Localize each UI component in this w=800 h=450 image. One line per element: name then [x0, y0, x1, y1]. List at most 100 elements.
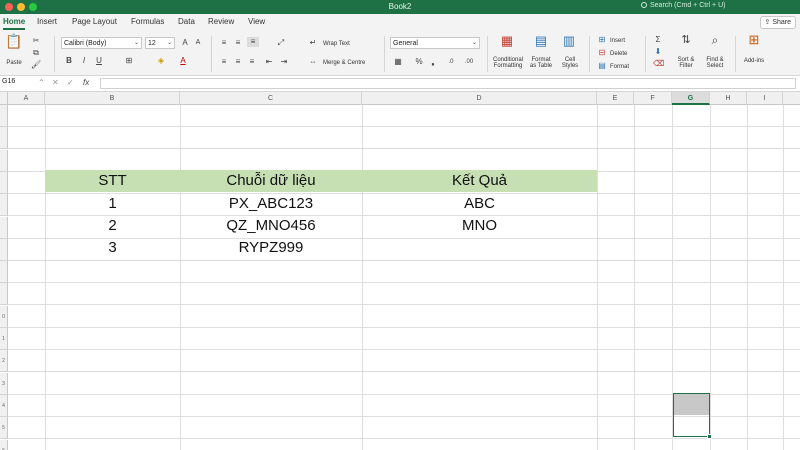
- row-header[interactable]: [0, 150, 8, 172]
- column-header-g[interactable]: G: [672, 92, 710, 105]
- decrease-decimal-icon[interactable]: .00: [462, 57, 476, 67]
- sort-filter-button[interactable]: Sort & Filter: [672, 57, 700, 69]
- cancel-entry-icon[interactable]: ✕: [52, 78, 59, 87]
- table-cell-result[interactable]: [362, 237, 597, 259]
- cut-icon[interactable]: ✂: [31, 36, 41, 46]
- tab-page-layout[interactable]: Page Layout: [72, 17, 117, 30]
- align-top-icon[interactable]: ≡: [219, 38, 229, 48]
- clear-icon[interactable]: ⌫: [653, 59, 664, 69]
- table-cell-stt[interactable]: 2: [45, 215, 180, 237]
- table-cell-result[interactable]: ABC: [362, 193, 597, 215]
- find-select-button[interactable]: Find & Select: [701, 57, 729, 69]
- align-bottom-icon[interactable]: ≡: [247, 37, 259, 47]
- find-select-icon[interactable]: ⌕: [705, 34, 725, 46]
- column-header-b[interactable]: B: [45, 92, 180, 105]
- wrap-text-button[interactable]: Wrap Text: [323, 41, 367, 47]
- row-header[interactable]: [0, 283, 8, 305]
- tab-review[interactable]: Review: [208, 17, 234, 30]
- row-header[interactable]: [0, 261, 8, 283]
- row-header[interactable]: [0, 194, 8, 216]
- table-cell-result[interactable]: MNO: [362, 215, 597, 237]
- percent-icon[interactable]: %: [414, 57, 424, 67]
- cell-styles-icon[interactable]: ▥: [561, 34, 577, 47]
- number-format-select[interactable]: General ⌄: [390, 37, 480, 49]
- tab-formulas[interactable]: Formulas: [131, 17, 164, 30]
- row-header[interactable]: 3: [0, 373, 8, 395]
- font-size-select[interactable]: 12 ⌄: [145, 37, 175, 49]
- wrap-text-icon[interactable]: ↵: [308, 38, 318, 48]
- font-color-icon[interactable]: A: [176, 56, 190, 66]
- conditional-formatting-icon[interactable]: ▦: [499, 34, 515, 47]
- autosum-icon[interactable]: Σ: [653, 35, 663, 45]
- delete-cells-icon[interactable]: ⊟: [597, 48, 607, 58]
- row-header[interactable]: [0, 172, 8, 194]
- tab-data[interactable]: Data: [178, 17, 195, 30]
- row-header[interactable]: [0, 127, 8, 149]
- share-button[interactable]: ⇪ Share: [759, 16, 796, 29]
- insert-function-icon[interactable]: fx: [83, 78, 89, 87]
- table-cell-data[interactable]: PX_ABC123: [180, 193, 362, 215]
- conditional-formatting-button[interactable]: Conditional Formatting: [490, 57, 526, 69]
- italic-icon[interactable]: I: [79, 56, 89, 66]
- insert-cells-button[interactable]: Insert: [610, 38, 642, 44]
- delete-cells-button[interactable]: Delete: [610, 51, 642, 57]
- decrease-indent-icon[interactable]: ⇤: [264, 57, 274, 67]
- table-cell-stt[interactable]: 3: [45, 237, 180, 259]
- cell-styles-button[interactable]: Cell Styles: [556, 57, 584, 69]
- align-middle-icon[interactable]: ≡: [233, 38, 243, 48]
- comma-style-icon[interactable]: ❟: [428, 57, 438, 67]
- column-header-f[interactable]: F: [634, 92, 672, 105]
- row-header[interactable]: [0, 105, 8, 127]
- row-header[interactable]: 4: [0, 395, 8, 417]
- name-box-chevron-icon[interactable]: ⌃: [38, 78, 45, 87]
- align-center-icon[interactable]: ≡: [233, 57, 243, 67]
- row-header[interactable]: 6: [0, 440, 8, 450]
- format-cells-icon[interactable]: ▤: [597, 61, 607, 71]
- increase-decimal-icon[interactable]: .0: [444, 57, 458, 67]
- table-cell-data[interactable]: RYPZ999: [180, 237, 362, 259]
- underline-icon[interactable]: U: [94, 56, 104, 66]
- format-cells-button[interactable]: Format: [610, 64, 642, 70]
- increase-font-icon[interactable]: A: [180, 38, 190, 48]
- column-header-c[interactable]: C: [180, 92, 362, 105]
- row-header[interactable]: [0, 217, 8, 239]
- orientation-icon[interactable]: ⤢: [274, 38, 288, 48]
- row-header[interactable]: 1: [0, 328, 8, 350]
- copy-icon[interactable]: ⧉: [31, 48, 41, 58]
- tab-view[interactable]: View: [248, 17, 265, 30]
- merge-center-button[interactable]: Merge & Centre: [323, 60, 378, 66]
- format-as-table-icon[interactable]: ▤: [533, 34, 549, 47]
- insert-cells-icon[interactable]: ⊞: [597, 35, 607, 45]
- tab-home[interactable]: Home: [3, 17, 26, 30]
- column-header-a[interactable]: A: [8, 92, 45, 105]
- column-header-h[interactable]: H: [710, 92, 747, 105]
- addins-button[interactable]: Add-ins: [740, 58, 768, 64]
- align-right-icon[interactable]: ≡: [247, 57, 257, 67]
- tab-insert[interactable]: Insert: [37, 17, 57, 30]
- column-header-e[interactable]: E: [597, 92, 634, 105]
- row-header[interactable]: 2: [0, 350, 8, 372]
- confirm-entry-icon[interactable]: ✓: [67, 78, 74, 87]
- increase-indent-icon[interactable]: ⇥: [279, 57, 289, 67]
- borders-icon[interactable]: ⊞: [122, 56, 136, 66]
- header-stt[interactable]: STT: [45, 170, 180, 192]
- font-name-select[interactable]: Calibri (Body) ⌄: [61, 37, 142, 49]
- merge-center-icon[interactable]: ⇔: [308, 57, 318, 67]
- header-result[interactable]: Kết Quả: [362, 170, 597, 192]
- currency-format-icon[interactable]: ▦: [392, 57, 404, 67]
- bold-icon[interactable]: B: [64, 56, 74, 66]
- selected-cell-g16[interactable]: [673, 393, 712, 439]
- table-cell-data[interactable]: QZ_MNO456: [180, 215, 362, 237]
- fill-icon[interactable]: ⬇: [653, 47, 663, 57]
- align-left-icon[interactable]: ≡: [219, 57, 229, 67]
- fill-color-icon[interactable]: ◈: [154, 56, 168, 66]
- column-header-d[interactable]: D: [362, 92, 597, 105]
- addins-icon[interactable]: ⊞: [745, 33, 763, 46]
- format-as-table-button[interactable]: Format as Table: [526, 57, 556, 69]
- row-header[interactable]: 0: [0, 306, 8, 328]
- header-data-string[interactable]: Chuỗi dữ liệu: [180, 170, 362, 192]
- row-header[interactable]: 5: [0, 417, 8, 439]
- paste-icon[interactable]: 📋: [5, 34, 23, 48]
- table-cell-stt[interactable]: 1: [45, 193, 180, 215]
- decrease-font-icon[interactable]: A: [193, 38, 203, 48]
